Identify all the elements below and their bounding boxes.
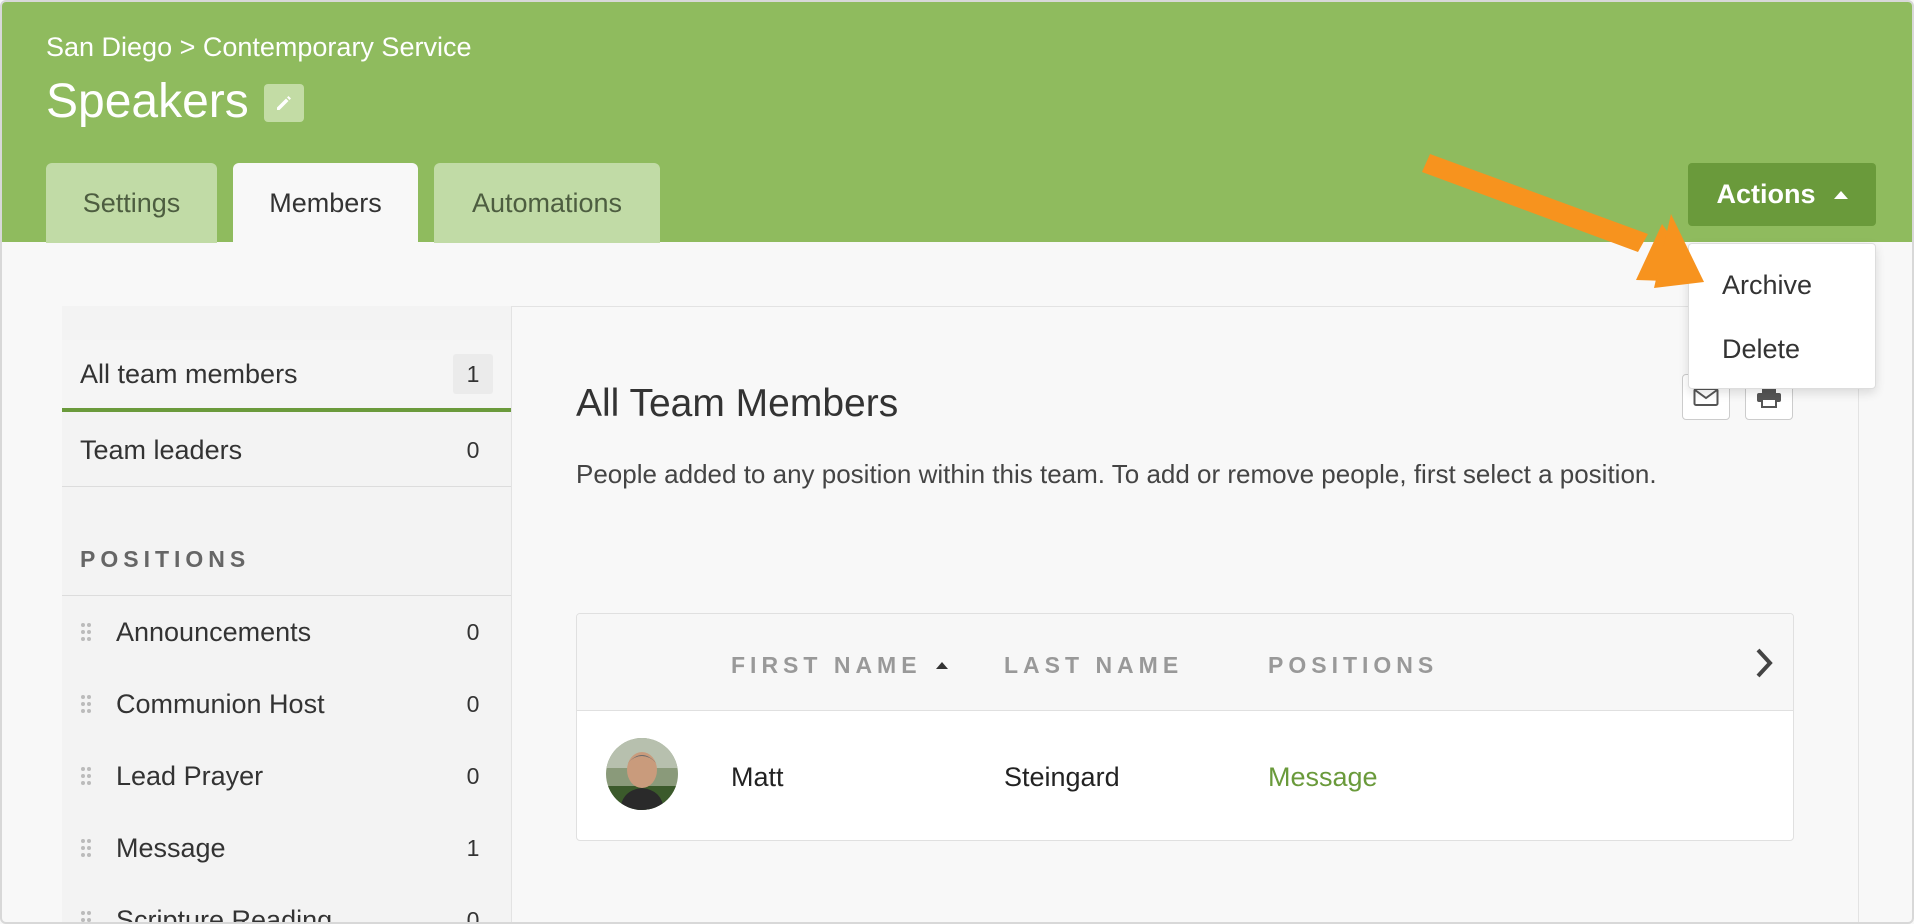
menu-item-delete[interactable]: Delete <box>1722 334 1800 365</box>
avatar <box>606 738 678 810</box>
table-header: FIRST NAME LAST NAME POSITIONS <box>577 614 1793 711</box>
drag-handle-icon[interactable] <box>80 694 98 714</box>
actions-button[interactable]: Actions <box>1688 163 1876 226</box>
positions-heading: POSITIONS <box>80 546 251 572</box>
position-label: Scripture Reading <box>116 904 333 924</box>
first-name-cell[interactable]: Matt <box>731 762 784 793</box>
position-label: Announcements <box>116 616 312 647</box>
edit-title-button[interactable] <box>264 84 304 122</box>
drag-handle-icon[interactable] <box>80 622 98 642</box>
position-count: 1 <box>466 834 480 861</box>
sidebar-item-announcements[interactable]: Announcements 0 <box>62 596 511 668</box>
sidebar-item-all-team-members[interactable]: All team members 1 <box>62 340 511 412</box>
sidebar-item-lead-prayer[interactable]: Lead Prayer 0 <box>62 740 511 812</box>
chevron-right-icon[interactable] <box>1753 646 1775 680</box>
column-header-first-name[interactable]: FIRST NAME <box>731 652 948 679</box>
members-table: FIRST NAME LAST NAME POSITIONS Matt Stei… <box>576 613 1794 841</box>
printer-icon <box>1757 387 1781 408</box>
sidebar: All team members 1 Team leaders 0 POSITI… <box>62 306 512 924</box>
drag-handle-icon[interactable] <box>80 838 98 858</box>
sidebar-item-label: Team leaders <box>80 435 243 465</box>
page-header: San Diego > Contemporary Service Speaker… <box>2 2 1912 243</box>
sort-ascending-icon <box>935 662 948 669</box>
drag-handle-icon[interactable] <box>80 766 98 786</box>
position-link[interactable]: Message <box>1268 762 1378 793</box>
pencil-icon <box>277 96 291 110</box>
tab-members[interactable]: Members <box>233 163 418 243</box>
sidebar-item-label: All team members <box>80 358 298 389</box>
table-row[interactable]: Matt Steingard Message <box>577 711 1793 840</box>
page-title: Speakers <box>46 75 249 128</box>
actions-button-label: Actions <box>1716 179 1816 209</box>
position-count: 0 <box>466 906 480 924</box>
tab-automations[interactable]: Automations <box>434 163 660 243</box>
caret-up-icon <box>1833 190 1848 199</box>
sidebar-item-team-leaders[interactable]: Team leaders 0 <box>62 415 511 487</box>
sidebar-item-message[interactable]: Message 1 <box>62 812 511 884</box>
sidebar-item-communion-host[interactable]: Communion Host 0 <box>62 668 511 740</box>
mail-icon <box>1693 388 1719 406</box>
column-header-last-name[interactable]: LAST NAME <box>1004 652 1183 679</box>
sidebar-item-scripture-reading[interactable]: Scripture Reading 0 <box>62 884 511 924</box>
menu-item-archive[interactable]: Archive <box>1722 270 1812 301</box>
position-label: Lead Prayer <box>116 760 264 791</box>
position-count: 0 <box>466 690 480 717</box>
count-badge: 1 <box>453 354 493 394</box>
breadcrumb[interactable]: San Diego > Contemporary Service <box>46 32 471 63</box>
count-badge: 0 <box>466 437 480 463</box>
position-count: 0 <box>466 762 480 789</box>
actions-dropdown-menu: Archive Delete <box>1688 243 1876 389</box>
position-label: Communion Host <box>116 688 325 719</box>
position-label: Message <box>116 832 226 863</box>
section-title: All Team Members <box>576 382 899 425</box>
drag-handle-icon[interactable] <box>80 910 98 922</box>
section-description: People added to any position within this… <box>576 459 1657 489</box>
column-header-positions[interactable]: POSITIONS <box>1268 652 1438 679</box>
column-header-label: FIRST NAME <box>731 652 922 678</box>
last-name-cell[interactable]: Steingard <box>1004 762 1120 793</box>
position-count: 0 <box>466 618 480 645</box>
tab-settings[interactable]: Settings <box>46 163 217 243</box>
app-window: San Diego > Contemporary Service Speaker… <box>0 0 1914 924</box>
